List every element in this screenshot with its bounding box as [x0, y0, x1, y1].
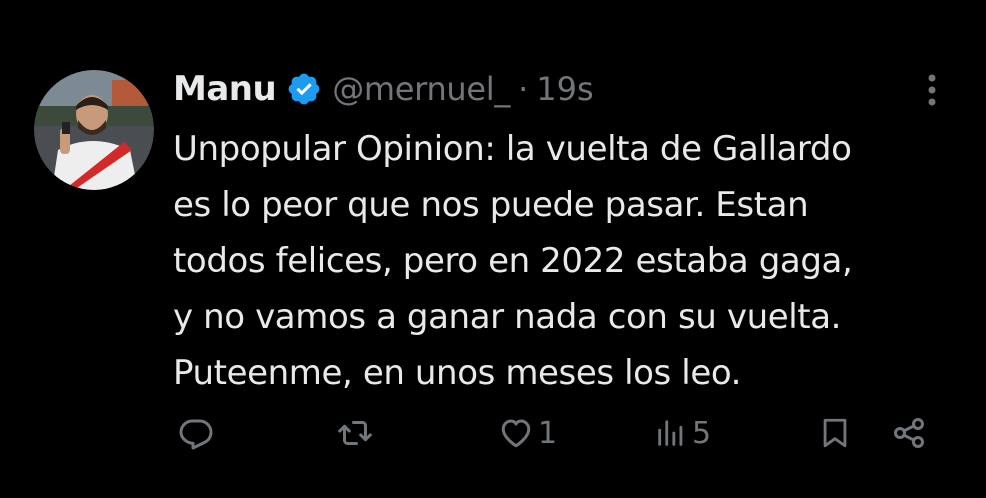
- tweet-text: Unpopular Opinion: la vuelta de Gallardo…: [173, 121, 963, 401]
- tweet[interactable]: Manu @mernuel_ · 19s Unpopular Opinion: …: [0, 0, 986, 498]
- tweet-text-line: y no vamos a ganar nada con su vuelta.: [173, 297, 842, 337]
- tweet-header: Manu @mernuel_ · 19s: [173, 66, 594, 112]
- separator-dot: ·: [518, 70, 529, 108]
- views-count: 5: [692, 415, 712, 451]
- tweet-text-line: todos felices, pero en 2022 estaba gaga,: [173, 241, 853, 281]
- views-button[interactable]: 5: [654, 405, 711, 461]
- reply-button[interactable]: [178, 405, 214, 461]
- retweet-icon: [336, 415, 374, 451]
- tweet-text-line: es lo peor que nos puede pasar. Estan: [173, 185, 809, 225]
- retweet-button[interactable]: [336, 405, 374, 461]
- display-name[interactable]: Manu: [173, 69, 277, 109]
- heart-icon: [498, 415, 534, 451]
- bookmark-icon: [818, 415, 852, 451]
- action-bar: 1 5: [0, 405, 986, 461]
- timestamp[interactable]: 19s: [536, 70, 593, 108]
- share-icon: [890, 415, 928, 451]
- bookmark-button[interactable]: [818, 405, 852, 461]
- verified-badge-icon: [286, 71, 322, 107]
- avatar-image: [34, 70, 154, 190]
- like-count: 1: [538, 415, 558, 451]
- avatar[interactable]: [34, 70, 154, 190]
- like-button[interactable]: 1: [498, 405, 557, 461]
- tweet-text-line: Puteenme, en unos meses los leo.: [173, 353, 742, 393]
- more-options-icon[interactable]: [924, 72, 940, 108]
- user-handle[interactable]: @mernuel_: [332, 70, 510, 108]
- views-icon: [654, 415, 688, 451]
- share-button[interactable]: [890, 405, 928, 461]
- tweet-text-line: Unpopular Opinion: la vuelta de Gallardo: [173, 129, 852, 169]
- reply-icon: [178, 415, 214, 451]
